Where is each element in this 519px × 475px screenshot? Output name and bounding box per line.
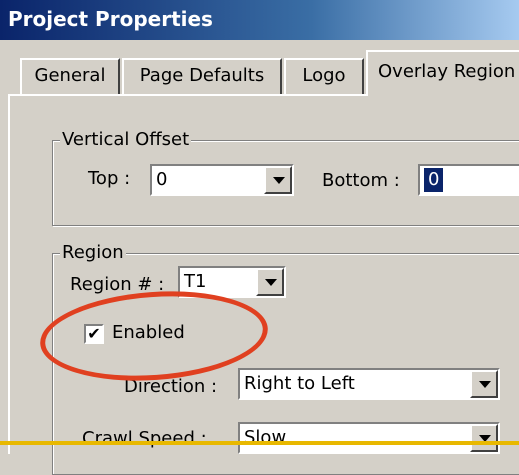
crawl-speed-combobox[interactable]: Slow <box>238 422 500 454</box>
chevron-down-icon[interactable] <box>256 268 284 296</box>
direction-combobox[interactable]: Right to Left <box>238 368 500 400</box>
bottom-edge-strip <box>0 441 519 445</box>
tab-overlay-region[interactable]: Overlay Region <box>366 50 519 96</box>
tab-logo-label: Logo <box>302 65 346 86</box>
top-value: 0 <box>156 169 168 190</box>
crawl-speed-label: Crawl Speed : <box>82 428 207 449</box>
chevron-down-icon[interactable] <box>264 166 292 194</box>
tab-general[interactable]: General <box>20 58 120 96</box>
tab-page-defaults[interactable]: Page Defaults <box>122 58 282 96</box>
tab-panel: Vertical Offset Top : 0 Bottom : 0 Regio… <box>8 94 519 475</box>
tab-page-defaults-label: Page Defaults <box>139 65 265 86</box>
chevron-down-icon[interactable] <box>470 370 498 398</box>
bottom-label: Bottom : <box>322 170 400 191</box>
bottom-value: 0 <box>424 168 444 192</box>
bottom-combobox[interactable]: 0 <box>418 164 519 196</box>
tab-logo[interactable]: Logo <box>284 58 364 96</box>
title-bar: Project Properties <box>0 0 519 40</box>
region-number-value: T1 <box>184 271 207 292</box>
vertical-offset-legend: Vertical Offset <box>60 129 192 150</box>
tab-overlay-region-label: Overlay Region <box>378 61 516 82</box>
direction-value: Right to Left <box>244 373 355 394</box>
top-label: Top : <box>88 168 131 189</box>
window-title: Project Properties <box>8 7 213 31</box>
top-combobox[interactable]: 0 <box>150 164 294 196</box>
region-legend: Region <box>60 242 126 263</box>
chevron-down-icon[interactable] <box>470 424 498 452</box>
tab-general-label: General <box>34 65 106 86</box>
